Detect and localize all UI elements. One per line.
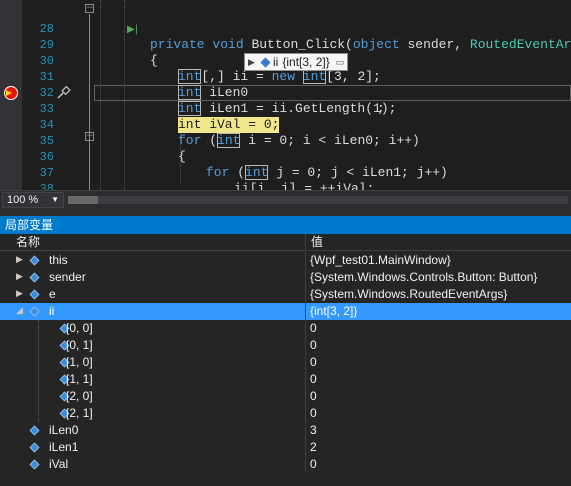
code-line-33: 33 int iVal = 0;: [0, 85, 571, 133]
locals-row[interactable]: ▶ this {Wpf_test01.MainWindow}: [0, 252, 571, 269]
datatip-value: {int[3, 2]}: [282, 55, 330, 69]
locals-panel-title: 局部变量: [0, 216, 571, 234]
collapse-arrow-icon[interactable]: ◢: [16, 303, 23, 320]
datatip[interactable]: ▶ ii {int[3, 2]} ▭: [244, 53, 349, 71]
code-line-38: 38 }: [0, 165, 571, 190]
local-value[interactable]: 0: [310, 456, 317, 473]
code-line-34: 34 for (int i = 0; i < iLen0; i++): [0, 101, 571, 148]
local-name: iLen1: [49, 440, 79, 454]
column-divider: [305, 269, 306, 286]
expand-arrow-icon[interactable]: ▶: [16, 252, 23, 269]
scrollbar-thumb[interactable]: [68, 196, 98, 204]
column-divider: [305, 388, 306, 405]
code-line-37: 37 ii[i, j] = ++iVal;: [0, 149, 571, 190]
locals-row[interactable]: [1, 1] 0: [0, 371, 571, 388]
datatip-name: ii: [273, 55, 279, 69]
variable-icon: [260, 56, 271, 68]
code-line-36: 36 for (int j = 0; j < iLen1; j++): [0, 133, 571, 180]
local-value[interactable]: 3: [310, 422, 317, 439]
local-name: this: [49, 253, 68, 267]
variable-icon: [29, 425, 40, 436]
code-line-32: 32 int iLen1 = ii.GetLength(1);: [0, 69, 571, 116]
local-name: sender: [49, 270, 86, 284]
expand-arrow-icon[interactable]: ▶: [248, 57, 258, 68]
local-value[interactable]: {int[3, 2]}: [310, 303, 357, 320]
column-divider: [305, 286, 306, 303]
editor-statusbar: 100 % ▼: [0, 190, 571, 208]
local-name: [2, 0]: [66, 389, 93, 403]
column-header-value[interactable]: 值: [311, 234, 323, 250]
locals-row[interactable]: iVal 0: [0, 456, 571, 473]
local-value[interactable]: 0: [310, 320, 317, 337]
column-divider: [305, 422, 306, 439]
local-name: [0, 1]: [66, 338, 93, 352]
column-divider: [305, 405, 306, 422]
locals-row[interactable]: [2, 0] 0: [0, 388, 571, 405]
locals-row[interactable]: ▶ sender {System.Windows.Controls.Button: …: [0, 269, 571, 286]
expand-arrow-icon[interactable]: ▶: [16, 286, 23, 303]
column-divider: [305, 320, 306, 337]
local-name: [1, 1]: [66, 372, 93, 386]
local-value[interactable]: 0: [310, 337, 317, 354]
zoom-value: 100 %: [7, 194, 39, 206]
local-name: [0, 0]: [66, 321, 93, 335]
variable-icon: [29, 289, 40, 300]
tree-guide: [38, 320, 39, 422]
locals-row[interactable]: [1, 0] 0: [0, 354, 571, 371]
locals-row[interactable]: iLen1 2: [0, 439, 571, 456]
code-line-28: 28 private void Button_Click(object send…: [0, 5, 571, 52]
local-value[interactable]: 2: [310, 439, 317, 456]
code-line-30: 30 int[,] ii = new int[3, 2];: [0, 37, 571, 84]
local-value[interactable]: {System.Windows.RoutedEventArgs}: [310, 286, 507, 303]
locals-row[interactable]: [0, 0] 0: [0, 320, 571, 337]
local-value[interactable]: 0: [310, 354, 317, 371]
code-editor[interactable]: − − ▶| 28 private void Button_Click(obje…: [0, 0, 571, 190]
execution-pointer-icon: [6, 90, 12, 96]
variable-icon: [29, 306, 40, 317]
local-value[interactable]: {Wpf_test01.MainWindow}: [310, 252, 451, 269]
local-value[interactable]: {System.Windows.Controls.Button: Button}: [310, 269, 537, 286]
locals-row[interactable]: iLen0 3: [0, 422, 571, 439]
local-name: e: [49, 287, 56, 301]
chevron-down-icon: ▼: [51, 195, 59, 204]
column-divider[interactable]: [305, 234, 306, 251]
column-divider: [305, 371, 306, 388]
local-name: iLen0: [49, 423, 79, 437]
column-divider: [305, 439, 306, 456]
variable-icon: [29, 442, 40, 453]
column-divider: [305, 303, 306, 320]
column-divider: [305, 456, 306, 473]
column-divider: [305, 354, 306, 371]
local-name: [1, 0]: [66, 355, 93, 369]
local-value[interactable]: 0: [310, 405, 317, 422]
column-header-name[interactable]: 名称: [16, 234, 40, 250]
locals-grid[interactable]: 名称 值 ▶ this {Wpf_test01.MainWindow} ▶ sender…: [0, 234, 571, 486]
zoom-dropdown[interactable]: 100 % ▼: [2, 192, 64, 208]
locals-row[interactable]: ◢ ii {int[3, 2]}: [0, 303, 571, 320]
local-value[interactable]: 0: [310, 371, 317, 388]
locals-header: 名称 值: [0, 234, 571, 251]
locals-row[interactable]: [0, 1] 0: [0, 337, 571, 354]
code-line-29: 29 {: [0, 21, 571, 68]
pin-icon[interactable]: [56, 86, 72, 100]
local-name: [2, 1]: [66, 406, 93, 420]
horizontal-scrollbar[interactable]: [68, 196, 568, 204]
local-name: iVal: [49, 457, 69, 471]
locals-row[interactable]: ▶ e {System.Windows.RoutedEventArgs}: [0, 286, 571, 303]
column-divider: [305, 337, 306, 354]
code-line-35: 35 {: [0, 117, 571, 164]
variable-icon: [29, 459, 40, 470]
variable-icon: [29, 272, 40, 283]
locals-row[interactable]: [2, 1] 0: [0, 405, 571, 422]
local-value[interactable]: 0: [310, 388, 317, 405]
column-divider: [305, 252, 306, 269]
local-name: ii: [49, 304, 55, 318]
line-number: 38: [39, 182, 54, 190]
variable-icon: [29, 255, 40, 266]
datatip-pin-icon[interactable]: ▭: [336, 57, 345, 68]
expand-arrow-icon[interactable]: ▶: [16, 269, 23, 286]
